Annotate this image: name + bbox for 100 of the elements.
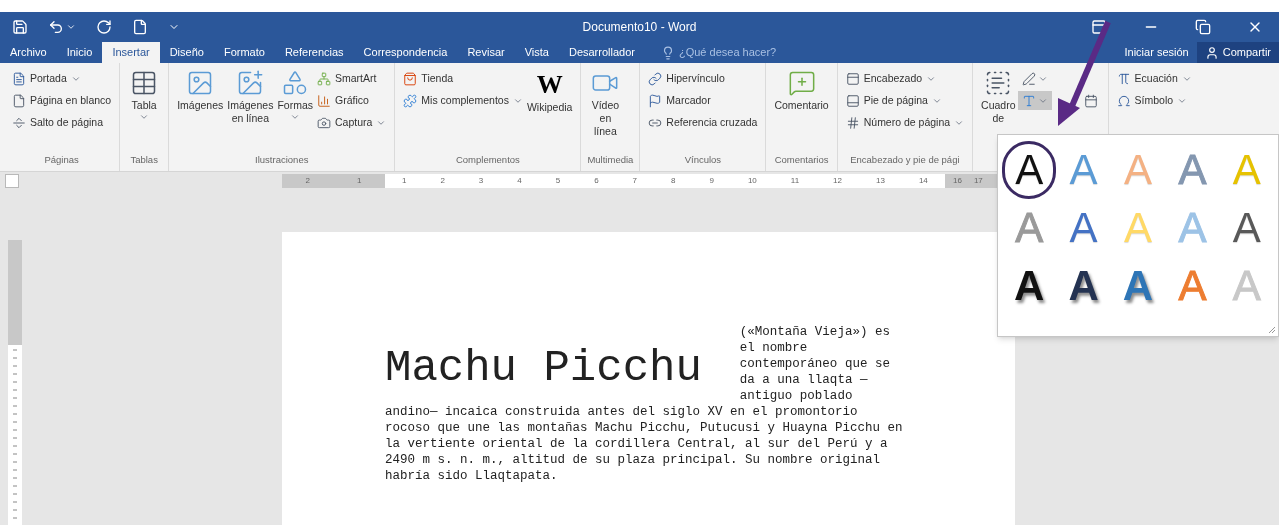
group-label: Vínculos [683,152,723,167]
group-label: Encabezado y pie de pági [849,152,961,167]
ruler-number: 11 [790,175,800,187]
ribbon-large-button[interactable]: Imágenes en línea [225,67,276,125]
ribbon-button[interactable]: Portada [10,69,114,88]
ribbon-tab[interactable]: Vista [514,42,559,63]
document-paragraph: andino— incaica construida antes del siglo XV en el promontorio rocoso que une las montañas Machu Picchu, Putucusi y Huayna Picchu en la vertiente oriental de la cordillera Central, al sur del Perú y a 2490 m s. n. m., altitud de su plaza principal. Su nombre original habría sido Llaqtapata. [385,404,904,484]
sign-in-link[interactable]: Iniciar sesión [1116,42,1197,63]
new-document-icon[interactable] [132,19,148,35]
ruler-number: 9 [709,175,714,187]
wordart-style[interactable]: A [1068,265,1099,307]
footer-icon [845,93,860,108]
ribbon-display-icon[interactable] [1091,19,1107,35]
person-icon [1204,45,1219,60]
shopping-bag-icon [403,71,418,86]
caret-icon[interactable] [66,22,76,32]
ribbon-tab[interactable]: Formato [213,42,275,63]
wordart-style[interactable]: A [1122,265,1154,307]
chart-icon [317,93,331,108]
ruler-number: 10 [747,175,757,187]
wikipedia-logo: W [536,69,563,101]
puzzle-icon [403,93,418,108]
ruler-number: 5 [555,175,561,187]
flag-icon [648,93,663,108]
group-label: Tablas [129,152,159,167]
ruler-number: 16 [953,175,962,187]
wordart-style[interactable]: A [1014,265,1045,307]
calendar-icon [1083,93,1098,108]
ribbon-button[interactable]: Referencia cruzada [646,113,760,132]
restore-icon[interactable] [1195,19,1211,35]
ribbon-large-button[interactable]: Formas [275,67,315,122]
ruler-number: 2 [440,175,445,187]
wordart-style[interactable]: A [1069,207,1098,249]
ruler-number: 2 [305,175,310,187]
ruler-number: 13 [876,175,885,187]
ribbon-icon-button[interactable] [1017,91,1052,110]
ruler-number: 14 [918,175,928,187]
signature-icon [1021,71,1036,86]
page-break-icon [12,115,26,130]
ruler-number: 3 [478,175,484,187]
ribbon-button[interactable]: Gráfico [315,91,389,110]
share-button[interactable]: Compartir [1196,42,1279,63]
ribbon-tab[interactable]: Correspondencia [353,42,458,63]
group-label: Comentarios [773,152,830,167]
header-icon [845,71,860,86]
ribbon-large-button[interactable]: Vídeo en línea [587,67,624,138]
ribbon-large-button[interactable]: Imágenes [175,67,226,112]
ruler-number: 7 [632,175,638,187]
ribbon-button[interactable]: Tienda [401,69,525,88]
ribbon-tab[interactable]: Referencias [274,42,354,63]
ruler-number: 1 [402,175,407,187]
ribbon-button[interactable]: SmartArt [315,69,389,88]
ribbon-button[interactable]: Símbolo [1114,91,1194,110]
comment-icon [787,69,816,97]
omega-icon [1116,93,1131,108]
pi-icon [1116,71,1131,86]
camera-icon [317,115,331,130]
ribbon-button[interactable]: Mis complementos [401,91,525,110]
save-icon[interactable] [12,19,28,35]
ruler-number: 8 [671,175,676,187]
document-heading: Machu Picchu [385,342,702,395]
window-title: Documento10 - Word [582,19,697,36]
ribbon-button[interactable]: Número de página [843,113,967,132]
ruler-number: 12 [833,175,842,187]
ruler-number: 1 [357,175,362,187]
ribbon-large-button[interactable]: W Wikipedia [524,67,575,114]
wordart-icon [1021,93,1036,108]
ribbon-button[interactable]: Captura [315,113,389,132]
resize-grip-icon[interactable] [1269,327,1275,333]
ribbon-button[interactable]: Ecuación [1114,69,1194,88]
undo-icon[interactable] [48,19,64,35]
ribbon-button[interactable]: Encabezado [843,69,967,88]
ribbon-button[interactable]: Salto de página [10,113,114,132]
ribbon-button[interactable]: Marcador [646,91,760,110]
ruler-number: 6 [594,175,599,187]
ribbon-button[interactable]: Pie de página [843,91,967,110]
ruler-number: 4 [517,175,522,187]
link-icon [648,71,663,86]
wordart-style[interactable]: A [1232,207,1261,249]
ribbon-large-button[interactable]: Tabla [126,67,163,122]
cover-page-icon [12,71,26,86]
ribbon-button[interactable]: Hipervínculo [646,69,760,88]
ribbon-large-button[interactable]: Comentario [772,67,831,112]
ribbon-tab[interactable]: Insertar [102,42,160,63]
ribbon-tab[interactable]: Archivo [0,42,57,63]
ribbon-button[interactable]: Página en blanco [10,91,114,110]
ribbon-tab[interactable]: Inicio [56,42,103,63]
ribbon-tab[interactable]: Desarrollador [558,42,645,63]
ribbon-tab[interactable]: Diseño [159,42,214,63]
ribbon-large-button[interactable]: Cuadro de [979,67,1018,125]
repeat-icon[interactable] [96,19,112,35]
smartart-icon [317,71,331,86]
group-label: Páginas [43,152,80,167]
group-label: Ilustraciones [254,152,310,167]
online-picture-icon [236,69,265,97]
ribbon-tab[interactable]: Revisar [457,42,515,63]
wordart-style[interactable]: A [1002,141,1057,199]
blank-page-icon [12,93,26,108]
tell-me-field[interactable]: ¿Qué desea hacer? [678,44,819,61]
group-label: Multimedia [587,152,634,167]
